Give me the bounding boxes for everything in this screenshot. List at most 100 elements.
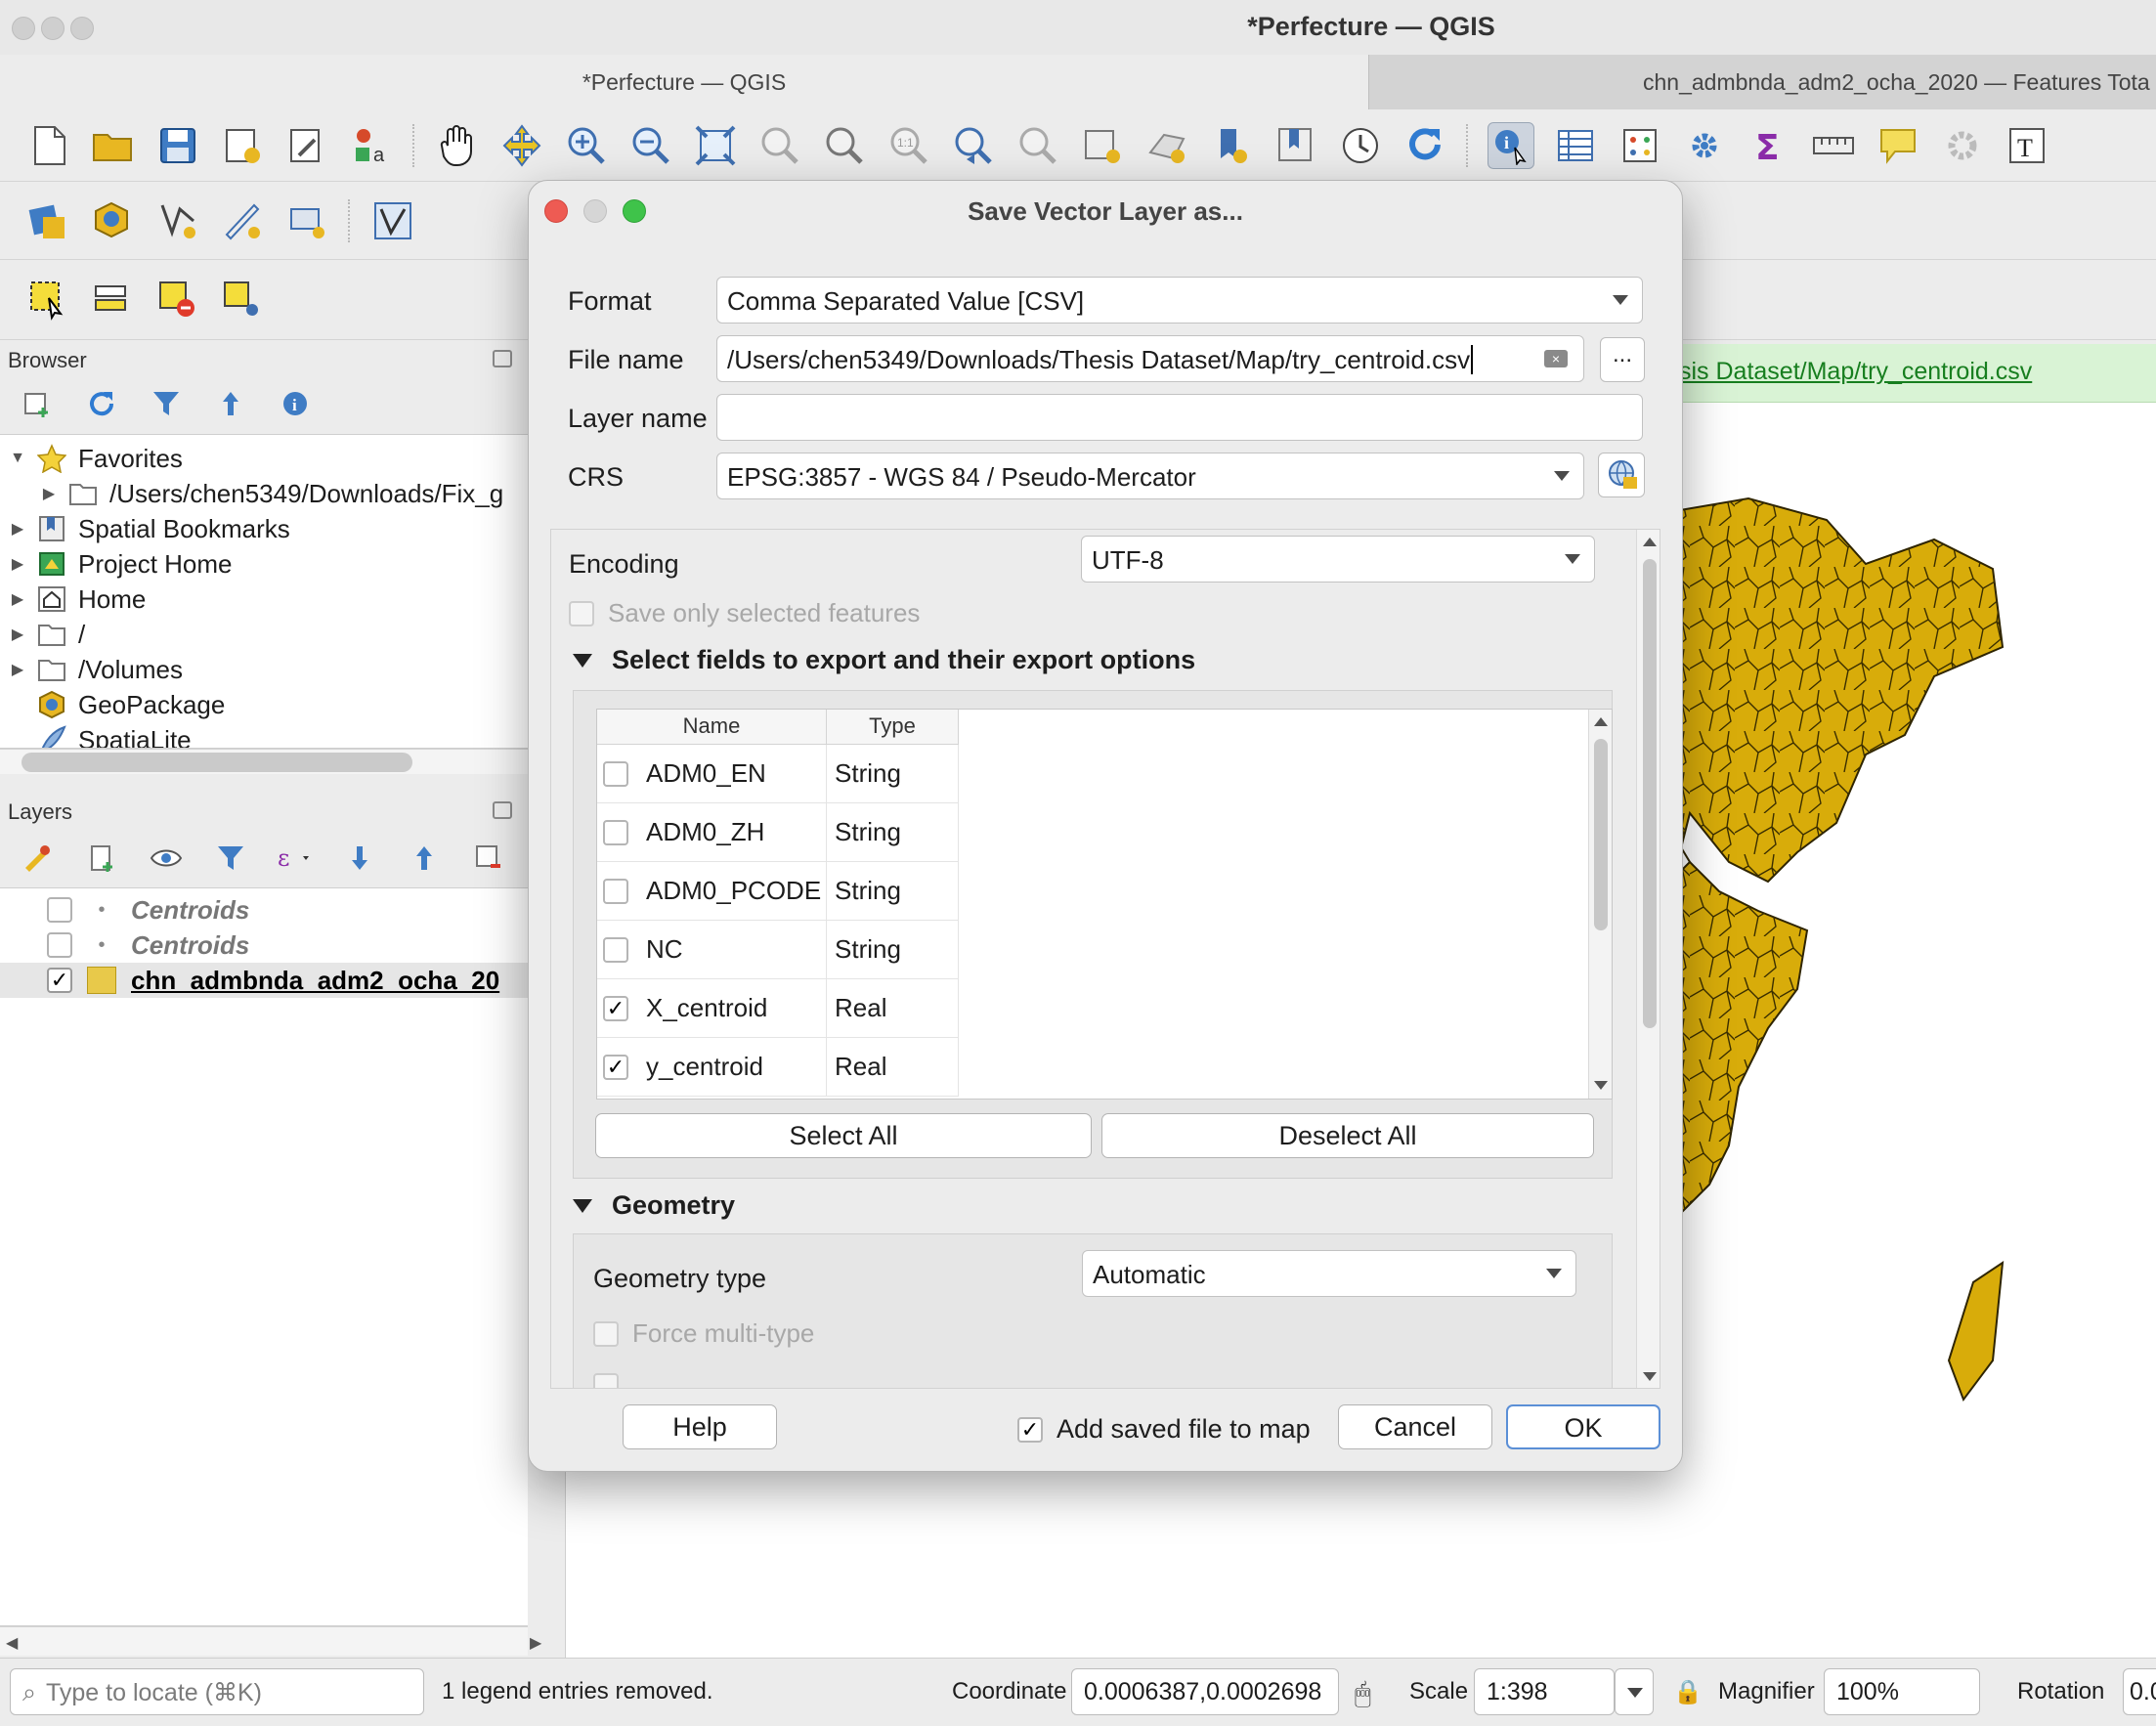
- info-icon[interactable]: i: [272, 380, 319, 427]
- layers-horizontal-scrollbar[interactable]: ◀ ▶: [0, 1626, 541, 1656]
- fields-section-header[interactable]: Select fields to export and their export…: [573, 645, 1195, 675]
- field-calculator-icon[interactable]: [1617, 122, 1663, 169]
- rotation-spinbox[interactable]: 0.0: [2123, 1668, 2156, 1715]
- layer-visibility-checkbox[interactable]: [47, 897, 72, 923]
- options-scrollbar[interactable]: [1636, 530, 1660, 1388]
- measure-icon[interactable]: [1810, 122, 1857, 169]
- browser-item-home[interactable]: ▶ Home: [0, 582, 528, 617]
- field-checkbox[interactable]: ✓: [603, 1054, 628, 1080]
- include-z-checkbox[interactable]: [593, 1373, 619, 1388]
- pan-icon[interactable]: [434, 122, 481, 169]
- new-bookmark-icon[interactable]: [1208, 122, 1255, 169]
- attribute-table-icon[interactable]: [1552, 122, 1599, 169]
- layer-item-chn-admbnda[interactable]: ✓ chn_admbnda_adm2_ocha_20: [0, 963, 528, 998]
- browser-item-geopackage[interactable]: GeoPackage: [0, 687, 528, 722]
- zoom-in-icon[interactable]: [563, 122, 610, 169]
- layername-input[interactable]: [716, 394, 1643, 441]
- layers-undock-button[interactable]: [493, 801, 512, 819]
- expand-arrow-icon[interactable]: ▶: [8, 589, 27, 609]
- expand-arrow-icon[interactable]: ▶: [8, 554, 27, 574]
- browser-item-spatialite[interactable]: SpatiaLite: [0, 722, 528, 748]
- expand-arrow-icon[interactable]: ▼: [8, 449, 27, 468]
- layer-item-centroids[interactable]: • Centroids: [0, 892, 528, 928]
- map-tips-icon[interactable]: [1875, 122, 1921, 169]
- scroll-up-icon[interactable]: [1643, 538, 1657, 546]
- edit-vertices-icon[interactable]: [369, 197, 416, 244]
- collapse-all-icon[interactable]: [207, 380, 254, 427]
- expand-arrow-icon[interactable]: ▶: [39, 484, 59, 503]
- field-checkbox[interactable]: [603, 760, 628, 787]
- add-group-icon[interactable]: [78, 835, 125, 882]
- add-selected-layers-icon[interactable]: [14, 380, 61, 427]
- new-shapefile-layer-icon[interactable]: [154, 197, 201, 244]
- toggle-extents-icon[interactable]: 🖱: [1355, 1678, 1371, 1710]
- save-selected-checkbox[interactable]: [569, 600, 594, 626]
- layer-styling-icon[interactable]: [14, 835, 61, 882]
- zoom-full-icon[interactable]: [692, 122, 739, 169]
- new-map-view-icon[interactable]: [1079, 122, 1126, 169]
- crs-combo[interactable]: EPSG:3857 - WGS 84 / Pseudo-Mercator: [716, 453, 1584, 499]
- scale-combo[interactable]: 1:398: [1474, 1668, 1615, 1715]
- geometry-section-header[interactable]: Geometry: [573, 1190, 735, 1221]
- visibility-icon[interactable]: [143, 835, 190, 882]
- statistics-icon[interactable]: Σ: [1746, 122, 1792, 169]
- expand-arrow-icon[interactable]: ▶: [8, 625, 27, 644]
- digitize-icon[interactable]: [219, 197, 266, 244]
- tab-perfecture[interactable]: *Perfecture — QGIS: [0, 55, 1368, 109]
- data-source-manager-icon[interactable]: [25, 197, 72, 244]
- browser-item-volumes[interactable]: ▶ /Volumes: [0, 652, 528, 687]
- saved-file-link[interactable]: sis Dataset/Map/try_centroid.csv: [1679, 358, 2032, 386]
- layer-visibility-checkbox[interactable]: ✓: [47, 968, 72, 993]
- geometry-type-combo[interactable]: Automatic: [1082, 1250, 1576, 1297]
- filename-input[interactable]: /Users/chen5349/Downloads/Thesis Dataset…: [716, 335, 1584, 382]
- clear-icon[interactable]: ×: [1544, 350, 1568, 367]
- zoom-native-icon[interactable]: 1:1: [885, 122, 932, 169]
- refresh-icon[interactable]: [78, 380, 125, 427]
- field-checkbox[interactable]: ✓: [603, 995, 628, 1021]
- column-header-type[interactable]: Type: [827, 710, 959, 745]
- ok-button[interactable]: OK: [1506, 1404, 1660, 1449]
- scroll-down-icon[interactable]: [1594, 1081, 1608, 1090]
- deselect-all-icon[interactable]: [154, 277, 201, 324]
- processing-toolbox-icon[interactable]: [1681, 122, 1728, 169]
- new-virtual-layer-icon[interactable]: [283, 197, 330, 244]
- browser-item-project-home[interactable]: ▶ Project Home: [0, 546, 528, 582]
- show-bookmarks-icon[interactable]: [1272, 122, 1319, 169]
- browser-item-root[interactable]: ▶ /: [0, 617, 528, 652]
- browser-undock-button[interactable]: [493, 350, 512, 367]
- browser-item-spatial-bookmarks[interactable]: ▶ Spatial Bookmarks: [0, 511, 528, 546]
- cancel-button[interactable]: Cancel: [1338, 1404, 1492, 1449]
- zoom-last-icon[interactable]: [950, 122, 997, 169]
- scroll-up-icon[interactable]: [1594, 717, 1608, 726]
- browse-button[interactable]: ...: [1600, 337, 1645, 382]
- scale-dropdown-button[interactable]: [1615, 1668, 1654, 1715]
- help-button[interactable]: Help: [623, 1404, 777, 1449]
- temporal-controller-icon[interactable]: [1337, 122, 1384, 169]
- zoom-to-layer-icon[interactable]: [821, 122, 868, 169]
- expand-arrow-icon[interactable]: ▶: [8, 660, 27, 679]
- coordinate-field[interactable]: 0.0006387,0.0002698: [1071, 1668, 1339, 1715]
- browser-horizontal-scrollbar[interactable]: [0, 749, 528, 774]
- collapse-all-icon[interactable]: [401, 835, 448, 882]
- format-combo[interactable]: Comma Separated Value [CSV]: [716, 277, 1643, 324]
- field-checkbox[interactable]: [603, 819, 628, 845]
- tab-attribute-table[interactable]: chn_admbnda_adm2_ocha_2020 — Features To…: [1368, 55, 2156, 109]
- refresh-icon[interactable]: [1401, 122, 1448, 169]
- add-to-map-checkbox[interactable]: ✓: [1017, 1416, 1043, 1443]
- print-layout-icon[interactable]: [219, 122, 266, 169]
- save-project-icon[interactable]: [154, 122, 201, 169]
- force-multi-checkbox[interactable]: [593, 1320, 619, 1347]
- new-3d-view-icon[interactable]: [1143, 122, 1190, 169]
- select-all-button[interactable]: Select All: [595, 1113, 1092, 1158]
- field-checkbox[interactable]: [603, 878, 628, 904]
- browser-item-favorites[interactable]: ▼ Favorites: [0, 441, 528, 476]
- open-project-icon[interactable]: [90, 122, 137, 169]
- field-checkbox[interactable]: [603, 936, 628, 963]
- new-project-icon[interactable]: [25, 122, 72, 169]
- encoding-combo[interactable]: UTF-8: [1081, 536, 1595, 583]
- text-annotation-icon[interactable]: T: [2004, 122, 2050, 169]
- new-geopackage-layer-icon[interactable]: [90, 197, 137, 244]
- layer-visibility-checkbox[interactable]: [47, 932, 72, 958]
- filter-legend-icon[interactable]: [207, 835, 254, 882]
- style-manager-icon[interactable]: [283, 122, 330, 169]
